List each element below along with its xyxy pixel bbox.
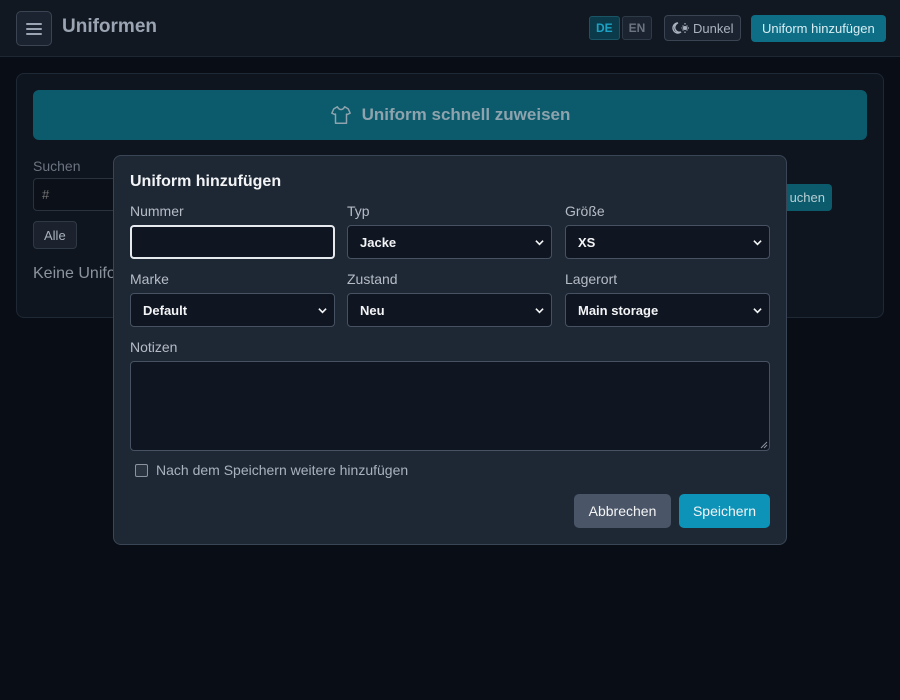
brand-select[interactable]: Default (130, 293, 335, 327)
condition-value: Neu (360, 302, 385, 318)
chevron-down-icon (318, 308, 327, 314)
location-value: Main storage (578, 302, 659, 318)
size-select[interactable]: XS (565, 225, 770, 259)
language-en-button[interactable]: EN (621, 16, 653, 40)
menu-button[interactable] (16, 11, 52, 46)
number-label: Nummer (130, 203, 184, 219)
condition-select[interactable]: Neu (347, 293, 552, 327)
page-title: Uniformen (62, 16, 157, 37)
shirt-icon (330, 106, 351, 124)
add-more-label: Nach dem Speichern weitere hinzufügen (156, 462, 409, 478)
resize-grip-icon[interactable] (760, 441, 768, 449)
moon-sun-icon (672, 22, 689, 34)
location-select[interactable]: Main storage (565, 293, 770, 327)
size-value: XS (578, 234, 596, 250)
brand-label: Marke (130, 271, 169, 287)
add-uniform-button[interactable]: Uniform hinzufügen (751, 15, 886, 42)
brand-value: Default (143, 302, 188, 318)
save-button[interactable]: Speichern (679, 494, 770, 528)
quick-assign-button[interactable]: Uniform schnell zuweisen (33, 90, 867, 140)
theme-label: Dunkel (693, 20, 734, 36)
quick-assign-label: Uniform schnell zuweisen (361, 105, 571, 124)
condition-label: Zustand (347, 271, 398, 287)
cancel-button[interactable]: Abbrechen (574, 494, 671, 528)
type-value: Jacke (360, 234, 397, 250)
chevron-down-icon (753, 308, 762, 314)
empty-state-text: Keine Unifo (33, 265, 116, 282)
size-label: Größe (565, 203, 605, 219)
app-header: Uniformen DE EN Dunkel Uniform hinzufüge… (0, 0, 900, 57)
language-de-button[interactable]: DE (589, 16, 620, 40)
dialog-title: Uniform hinzufügen (130, 173, 282, 190)
add-uniform-dialog: Uniform hinzufügen Nummer Typ Jacke Größ… (113, 155, 787, 545)
chevron-down-icon (535, 240, 544, 246)
location-label: Lagerort (565, 271, 618, 287)
chevron-down-icon (753, 240, 762, 246)
chevron-down-icon (535, 308, 544, 314)
search-label: Suchen (33, 158, 81, 174)
language-switcher: DE EN (589, 16, 653, 40)
type-label: Typ (347, 203, 370, 219)
filter-all-button[interactable]: Alle (33, 221, 77, 249)
type-select[interactable]: Jacke (347, 225, 552, 259)
hamburger-menu-icon (26, 22, 42, 35)
notes-label: Notizen (130, 339, 178, 355)
notes-textarea[interactable] (130, 361, 770, 451)
theme-toggle-button[interactable]: Dunkel (664, 15, 742, 41)
add-more-checkbox[interactable] (135, 464, 148, 477)
number-input[interactable] (130, 225, 335, 259)
